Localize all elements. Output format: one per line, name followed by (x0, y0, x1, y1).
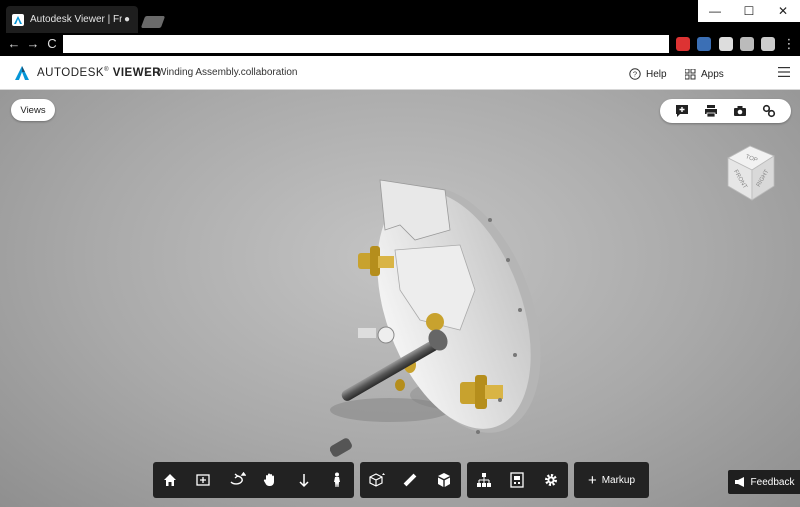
home-icon[interactable] (153, 462, 186, 498)
apps-button[interactable]: Apps (685, 66, 724, 82)
forward-button[interactable]: → (24, 35, 42, 53)
window-controls: — ☐ ✕ (698, 0, 800, 22)
megaphone-icon (734, 477, 744, 487)
apps-label: Apps (701, 68, 724, 80)
views-button[interactable]: Views (11, 99, 55, 121)
brand-wordmark: AUTODESK® VIEWER (37, 67, 162, 79)
minimize-button[interactable]: — (698, 0, 732, 22)
pan-hand-icon[interactable] (254, 462, 287, 498)
navigation-toolbar (153, 462, 354, 498)
comment-add-icon[interactable] (674, 103, 690, 119)
browser-tabstrip: Autodesk Viewer | Free ● — ☐ ✕ (0, 0, 800, 33)
file-name[interactable]: Winding Assembly.collaboration (157, 67, 297, 78)
feedback-button[interactable]: Feedback (728, 470, 800, 494)
autodesk-favicon-icon (12, 13, 24, 26)
markup-label: Markup (601, 474, 636, 486)
settings-gear-icon[interactable] (535, 462, 568, 498)
maximize-button[interactable]: ☐ (732, 0, 766, 22)
svg-text:?: ? (633, 70, 637, 79)
zoom-arrow-icon[interactable] (287, 462, 320, 498)
autodesk-logo-icon (15, 66, 29, 80)
extension-icon-download[interactable] (697, 37, 711, 51)
markup-button[interactable]: + Markup (574, 462, 649, 498)
properties-icon[interactable] (501, 462, 534, 498)
extension-icon-shield[interactable] (676, 37, 690, 51)
reload-button[interactable]: C (43, 35, 61, 53)
extension-icon-cube[interactable] (719, 37, 733, 51)
fit-to-view-icon[interactable] (187, 462, 220, 498)
hamburger-menu-icon[interactable] (778, 67, 790, 77)
close-window-button[interactable]: ✕ (766, 0, 800, 22)
help-label: Help (646, 68, 667, 80)
address-bar[interactable] (63, 35, 669, 53)
tab-close-icon[interactable]: ● (122, 14, 132, 25)
extension-icon-generic[interactable] (761, 37, 775, 51)
view-cube[interactable]: TOP FRONT RIGHT (720, 140, 782, 210)
back-button[interactable]: ← (5, 35, 23, 53)
breadcrumb-chevron-icon: › (144, 64, 149, 79)
plus-icon: + (587, 471, 597, 489)
top-toolbar (660, 99, 791, 123)
new-tab-button[interactable] (140, 16, 166, 28)
browser-tab-title: Autodesk Viewer | Free (30, 14, 122, 25)
help-button[interactable]: ? Help (629, 66, 667, 82)
link-icon[interactable] (761, 103, 777, 119)
section-cube-icon[interactable] (360, 462, 393, 498)
app-header: AUTODESK® VIEWER › Winding Assembly.coll… (0, 56, 800, 90)
first-person-icon[interactable] (321, 462, 354, 498)
apps-grid-icon (685, 68, 696, 79)
measure-ruler-icon[interactable] (394, 462, 427, 498)
model-browser-tree-icon[interactable] (467, 462, 500, 498)
panels-toolbar (467, 462, 568, 498)
camera-icon[interactable] (732, 103, 748, 119)
feedback-label: Feedback (750, 476, 795, 488)
winding-assembly-model[interactable] (330, 160, 550, 480)
browser-menu-icon[interactable]: ⋮ (780, 35, 798, 53)
explode-cube-icon[interactable] (428, 462, 461, 498)
browser-toolbar: ← → C ⋮ (0, 33, 800, 56)
browser-tab[interactable]: Autodesk Viewer | Free ● (6, 6, 138, 33)
help-icon: ? (629, 68, 641, 80)
3d-viewer-canvas[interactable]: Views TOP FRONT RIGHT + Markup Feedback (0, 90, 800, 507)
extension-icon-image[interactable] (740, 37, 754, 51)
print-icon[interactable] (703, 103, 719, 119)
tools-toolbar (360, 462, 461, 498)
orbit-icon[interactable] (220, 462, 253, 498)
